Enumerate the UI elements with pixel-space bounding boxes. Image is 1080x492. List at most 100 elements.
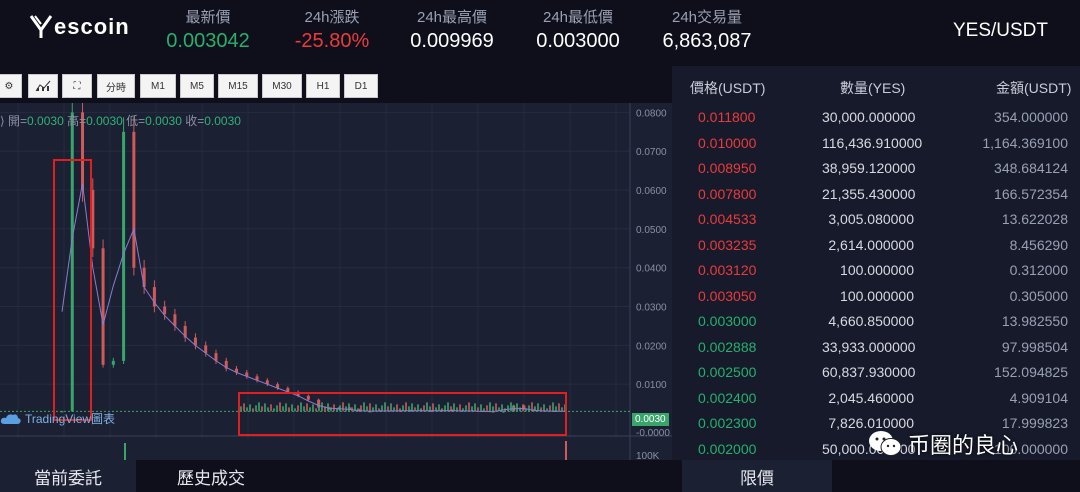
order-amount: 348.684124 xyxy=(994,160,1068,176)
stat-value: 6,863,087 xyxy=(662,30,752,52)
order-book-row[interactable]: 0.002500 60,837.930000 152.094825 xyxy=(682,360,1080,385)
candle-body xyxy=(543,404,545,412)
candle-body xyxy=(552,402,554,412)
chart-toolbar: ⚙ ⛶ 分時 M1 M5 M15 M30 H1 D1 xyxy=(0,66,672,103)
candle-body xyxy=(285,403,287,412)
candle-body xyxy=(411,403,413,412)
candle-body xyxy=(501,411,505,413)
order-quantity: 33,933.000000 xyxy=(822,338,916,355)
stat-label: 24h漲跌 xyxy=(304,9,360,26)
candle-body xyxy=(306,403,308,412)
stat-24h-volume: 24h交易量 6,863,087 xyxy=(652,8,762,54)
interval-button-tick[interactable]: 分時 xyxy=(97,74,135,98)
order-quantity: 100.000000 xyxy=(840,262,914,278)
candle-body xyxy=(294,408,296,412)
price-chart[interactable]: 0.0800 0.0700 0.0600 0.0500 0.0400 0.0300 0.02… xyxy=(0,103,672,460)
order-book-row[interactable]: 0.010000 116,436.910000 1,164.369100 xyxy=(682,131,1080,156)
trading-pair[interactable]: YES/USDT xyxy=(953,20,1048,42)
order-price: 0.002300 xyxy=(698,415,757,431)
candle-body xyxy=(163,306,167,315)
candle-body xyxy=(405,402,407,412)
candle-body xyxy=(255,405,257,412)
candle-body xyxy=(369,403,371,412)
order-amount: 4.909104 xyxy=(1009,389,1068,406)
stat-value: 0.003042 xyxy=(166,30,250,52)
order-book-row[interactable]: 0.003000 4,660.850000 13.982550 xyxy=(682,309,1080,334)
order-price: 0.004533 xyxy=(698,211,757,227)
order-book-row[interactable]: 0.003235 2,614.000000 8.456290 xyxy=(682,233,1080,258)
interval-button-m15[interactable]: M15 xyxy=(218,74,258,98)
interval-button-m5[interactable]: M5 xyxy=(180,74,214,98)
order-book-row[interactable]: 0.002400 2,045.460000 4.909104 xyxy=(682,386,1080,411)
price-column-header: 價格(USDT) xyxy=(690,80,766,96)
order-book-row[interactable]: 0.007800 21,355.430000 166.572354 xyxy=(682,182,1080,207)
collapse-icon[interactable]: ⟩ xyxy=(0,114,5,128)
order-book-row[interactable]: 0.003120 100.000000 0.312000 xyxy=(682,258,1080,283)
order-amount: 354.000000 xyxy=(994,109,1068,125)
high-value: 0.0030 xyxy=(86,114,123,128)
low-label: 低= xyxy=(126,114,146,128)
candle-body xyxy=(101,248,105,365)
order-book-row[interactable]: 0.002888 33,933.000000 97.998504 xyxy=(682,335,1080,360)
order-price: 0.003120 xyxy=(698,262,757,278)
order-quantity: 60,837.930000 xyxy=(822,364,916,380)
tab-current-orders[interactable]: 當前委託 xyxy=(0,460,136,492)
tradingview-logo[interactable]: TradingView圖表 xyxy=(0,410,115,427)
stat-value: 0.003000 xyxy=(536,30,620,52)
candle-body xyxy=(363,402,365,412)
order-book-row[interactable]: 0.008950 38,959.120000 348.684124 xyxy=(682,156,1080,181)
candle-body xyxy=(300,402,302,412)
order-book-row[interactable]: 0.011800 30,000.000000 354.000000 xyxy=(682,105,1080,130)
order-amount: 1,164.369100 xyxy=(982,134,1068,151)
candle-body xyxy=(342,402,344,412)
tab-trade-history[interactable]: 歷史成交 xyxy=(136,460,286,492)
stat-label: 24h交易量 xyxy=(671,9,743,26)
tab-limit-order[interactable]: 限價 xyxy=(682,460,832,492)
order-price: 0.008950 xyxy=(698,160,757,176)
stat-value: 0.009969 xyxy=(410,30,494,52)
candle-body xyxy=(507,405,509,412)
y-tick-label: 0.0700 xyxy=(636,147,667,158)
interval-button-m30[interactable]: M30 xyxy=(262,74,302,98)
candle-body xyxy=(240,406,242,412)
order-amount: 0.305000 xyxy=(1009,287,1068,304)
interval-button-h1[interactable]: H1 xyxy=(306,74,340,98)
candle-body xyxy=(303,406,305,412)
order-price: 0.003000 xyxy=(698,313,757,329)
candle-body xyxy=(297,405,299,412)
gear-icon: ⚙ xyxy=(4,80,14,92)
candle-body xyxy=(306,395,310,400)
stat-label: 24h最低價 xyxy=(542,9,614,26)
indicators-button[interactable] xyxy=(28,74,58,98)
open-value: 0.0030 xyxy=(27,114,64,128)
candle-body xyxy=(516,403,518,412)
candle-body xyxy=(474,403,476,412)
y-tick-label: 0.0100 xyxy=(636,380,667,391)
candle-body xyxy=(258,402,260,412)
candle-body xyxy=(279,402,281,412)
order-price: 0.002000 xyxy=(698,440,757,457)
candle-body xyxy=(459,404,461,412)
candle-body xyxy=(142,267,146,288)
order-quantity: 30,000.000000 xyxy=(822,109,916,125)
order-quantity: 21,355.430000 xyxy=(822,185,916,202)
indicator-chart-icon xyxy=(35,80,51,92)
volume-bar xyxy=(124,443,126,460)
candle-body xyxy=(483,408,485,412)
interval-button-d1[interactable]: D1 xyxy=(344,74,378,98)
close-label: 收= xyxy=(185,114,205,128)
chart-background xyxy=(0,103,672,460)
order-amount: 97.998504 xyxy=(1001,338,1068,355)
logo[interactable]: escoin xyxy=(30,14,130,40)
settings-button[interactable]: ⚙ xyxy=(0,74,22,98)
interval-button-m1[interactable]: M1 xyxy=(140,74,176,98)
order-book-row[interactable]: 0.004533 3,005.080000 13.622028 xyxy=(682,207,1080,232)
order-price: 0.007800 xyxy=(698,185,757,202)
tradingview-label: TradingView圖表 xyxy=(25,412,116,426)
candle-body xyxy=(528,405,530,412)
order-book-row[interactable]: 0.003050 100.000000 0.305000 xyxy=(682,284,1080,309)
order-amount: 166.572354 xyxy=(994,185,1068,202)
candle-body xyxy=(309,407,311,412)
fullscreen-button[interactable]: ⛶ xyxy=(62,74,92,98)
order-amount: 0.312000 xyxy=(1009,262,1068,278)
